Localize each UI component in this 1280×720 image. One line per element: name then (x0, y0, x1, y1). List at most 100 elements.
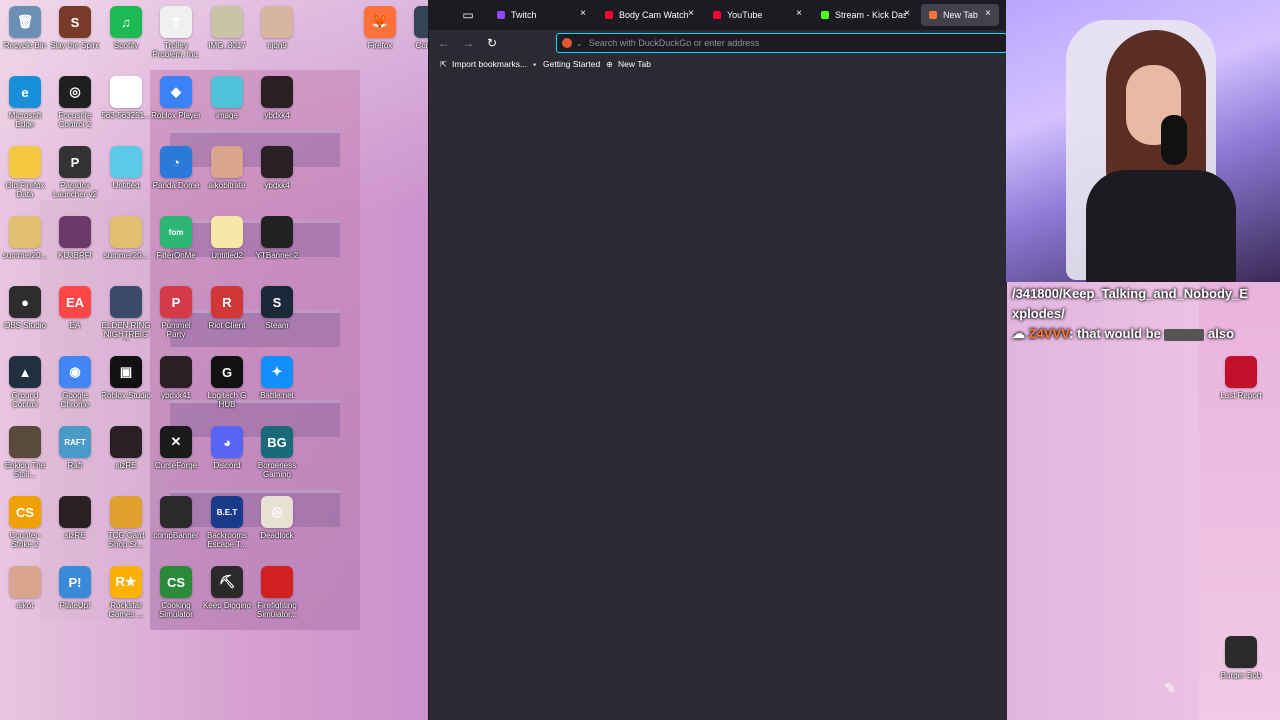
desktop-icon[interactable]: ▲ Ground Control (0, 356, 50, 409)
tab-body[interactable]: Body Cam Watch - Y× (597, 4, 702, 26)
desktop-icon[interactable]: EA EA (50, 286, 100, 330)
tab-overview-icon[interactable]: ▭ (459, 6, 477, 24)
desktop-icon[interactable]: summer20... (101, 216, 151, 260)
desktop-icon[interactable]: S Slay the Spire (50, 6, 100, 50)
desktop-icon[interactable]: S Steam (252, 286, 302, 330)
desktop-icon-label: Last Report (1220, 391, 1262, 400)
desktop-icon[interactable]: 🗑 Recycle Bin (0, 6, 50, 50)
favicon-icon (497, 11, 505, 19)
desktop-icon[interactable]: BG Borderless Gaming (252, 426, 302, 479)
desktop-icon-label: Raft (67, 461, 83, 470)
desktop-icon-label: Recycle Bin (3, 41, 47, 50)
desktop-icon[interactable]: Burger Bob (1216, 636, 1266, 680)
tab-youtube[interactable]: YouTube × (705, 4, 810, 26)
desktop-icon[interactable]: CS Counter-Strike 2 (0, 496, 50, 549)
desktop-icon[interactable]: T Trolley Problem, Inc. (151, 6, 201, 59)
desktop-icon-label: Paradox Launcher v2 (52, 181, 98, 199)
desktop-icon[interactable]: ◕ Discord (202, 426, 252, 470)
reload-button[interactable]: ↻ (483, 34, 501, 52)
desktop-icon[interactable]: ⛏ Keep Digging (202, 566, 252, 610)
app-icon: CS (9, 496, 41, 528)
desktop-icon[interactable]: P Pummel Party (151, 286, 201, 339)
navigation-toolbar: ← → ↻ ⌄ (429, 30, 1007, 56)
desktop-icon[interactable]: CS Cooking Simulator (151, 566, 201, 619)
desktop-icon[interactable]: 🦊 Firefox (355, 6, 405, 50)
desktop-icon[interactable]: aikot (0, 566, 50, 610)
desktop-icon[interactable]: P Paradox Launcher v2 (50, 146, 100, 199)
desktop-icon[interactable]: Untitled (101, 146, 151, 190)
chat-overlay: /341800/Keep_Talking_and_Nobody_E xplode… (1012, 284, 1280, 344)
desktop-icon[interactable]: IMG_8017 (202, 6, 252, 50)
desktop-icon[interactable]: ybdxk41 (151, 356, 201, 400)
bookmark-item[interactable]: ⊕ New Tab (605, 59, 651, 69)
search-engine-icon[interactable] (562, 38, 572, 48)
desktop-icon[interactable]: RAFT Raft (50, 426, 100, 470)
pencil-icon[interactable]: ✎ (1160, 680, 1180, 700)
tab-twitch[interactable]: Twitch × (489, 4, 594, 26)
desktop-icon[interactable]: Firefighting Simulator... (252, 566, 302, 619)
app-icon: ○ (110, 76, 142, 108)
bookmark-item[interactable]: ⇱ Import bookmarks... (439, 59, 527, 69)
desktop-icon[interactable]: ● OBS Studio (0, 286, 50, 330)
desktop-icon[interactable]: Last Report (1216, 356, 1266, 400)
desktop-icon[interactable]: R Riot Client (202, 286, 252, 330)
desktop-icon[interactable]: KU3BRFI (50, 216, 100, 260)
bookmark-item[interactable]: ▪ Getting Started (530, 59, 600, 69)
close-tab-icon[interactable]: × (684, 8, 698, 19)
desktop-icon[interactable]: ybdxk4 (252, 146, 302, 190)
desktop-icon[interactable]: ybdxk4 (252, 76, 302, 120)
desktop-icon[interactable]: njqn9 (252, 6, 302, 50)
tab-stream[interactable]: Stream - Kick Dashb× (813, 4, 918, 26)
desktop-icon[interactable]: ◆ Roblox Player (151, 76, 201, 120)
desktop-icon[interactable]: ♫ Spotify (101, 6, 151, 50)
desktop-icon[interactable]: ▣ Roblox Studio (101, 356, 151, 400)
desktop-icon[interactable]: TCG Card Shop Si... (101, 496, 151, 549)
desktop-icon[interactable]: image (202, 76, 252, 120)
desktop-icon[interactable]: Untitled2 (202, 216, 252, 260)
desktop-icon[interactable]: ○ 563-563251... (101, 76, 151, 120)
desktop-icon[interactable]: summer20... (0, 216, 50, 260)
desktop-icon[interactable]: ✕ CurseForge (151, 426, 201, 470)
chat-message: ☁ Z4VVV: that would be also (1012, 324, 1280, 344)
desktop-icon[interactable]: sizRE (101, 426, 151, 470)
desktop-icon[interactable]: Old Firefox Data (0, 146, 50, 199)
app-icon: ◔ (160, 146, 192, 178)
desktop-icon[interactable]: sizRE (50, 496, 100, 540)
desktop-icon[interactable]: compBanner (151, 496, 201, 540)
forward-button[interactable]: → (459, 34, 477, 52)
desktop-icon[interactable]: ✦ Battle.net (252, 356, 302, 400)
tab-label: YouTube (727, 10, 763, 20)
tab-new[interactable]: New Tab × (921, 4, 999, 26)
desktop-icon[interactable]: B.E.T Backrooms Escape T... (202, 496, 252, 549)
close-tab-icon[interactable]: × (576, 8, 590, 19)
desktop-icon-label: Trolley Problem, Inc. (152, 41, 200, 59)
back-button[interactable]: ← (435, 34, 453, 52)
desktop-icon[interactable]: Enkidu The Stoli... (0, 426, 50, 479)
bookmarks-toolbar: ⇱ Import bookmarks... ▪ Getting Started ⊕ New… (429, 56, 1007, 76)
desktop-icon[interactable]: ◉ Google Chrome (50, 356, 100, 409)
address-bar[interactable]: ⌄ (556, 33, 1007, 53)
desktop-icon[interactable]: aikobitrate (202, 146, 252, 190)
desktop-icon[interactable]: ELDEN RING NIGHTREIGN (101, 286, 151, 341)
desktop-icon[interactable]: ◎ Focusrite Control 2 (50, 76, 100, 129)
app-icon (261, 566, 293, 598)
close-tab-icon[interactable]: × (792, 8, 806, 19)
favicon-icon (821, 11, 829, 19)
app-icon: S (261, 286, 293, 318)
desktop-icon[interactable]: e Microsoft Edge (0, 76, 50, 129)
url-input[interactable] (586, 37, 991, 49)
desktop-icon-label: Slay the Spire (50, 41, 100, 50)
desktop-icon[interactable]: fom FilterOnMe (151, 216, 201, 260)
app-icon (110, 286, 142, 318)
close-tab-icon[interactable]: × (900, 8, 914, 19)
app-icon: ▲ (9, 356, 41, 388)
desktop-icon[interactable]: G Logitech G HUB (202, 356, 252, 409)
desktop-icon[interactable]: ◎ Deadlock (252, 496, 302, 540)
desktop-icon[interactable]: YTBanner 2 (252, 216, 302, 260)
chevron-down-icon[interactable]: ⌄ (576, 39, 583, 48)
desktop-icon[interactable]: R★ Rockstar Games ... (101, 566, 151, 619)
close-tab-icon[interactable]: × (981, 8, 995, 19)
desktop-icon[interactable]: ◔ Panda Dome (151, 146, 201, 190)
desktop-icon[interactable]: P! PlateUp! (50, 566, 100, 610)
chat-suffix: also (1208, 326, 1235, 341)
